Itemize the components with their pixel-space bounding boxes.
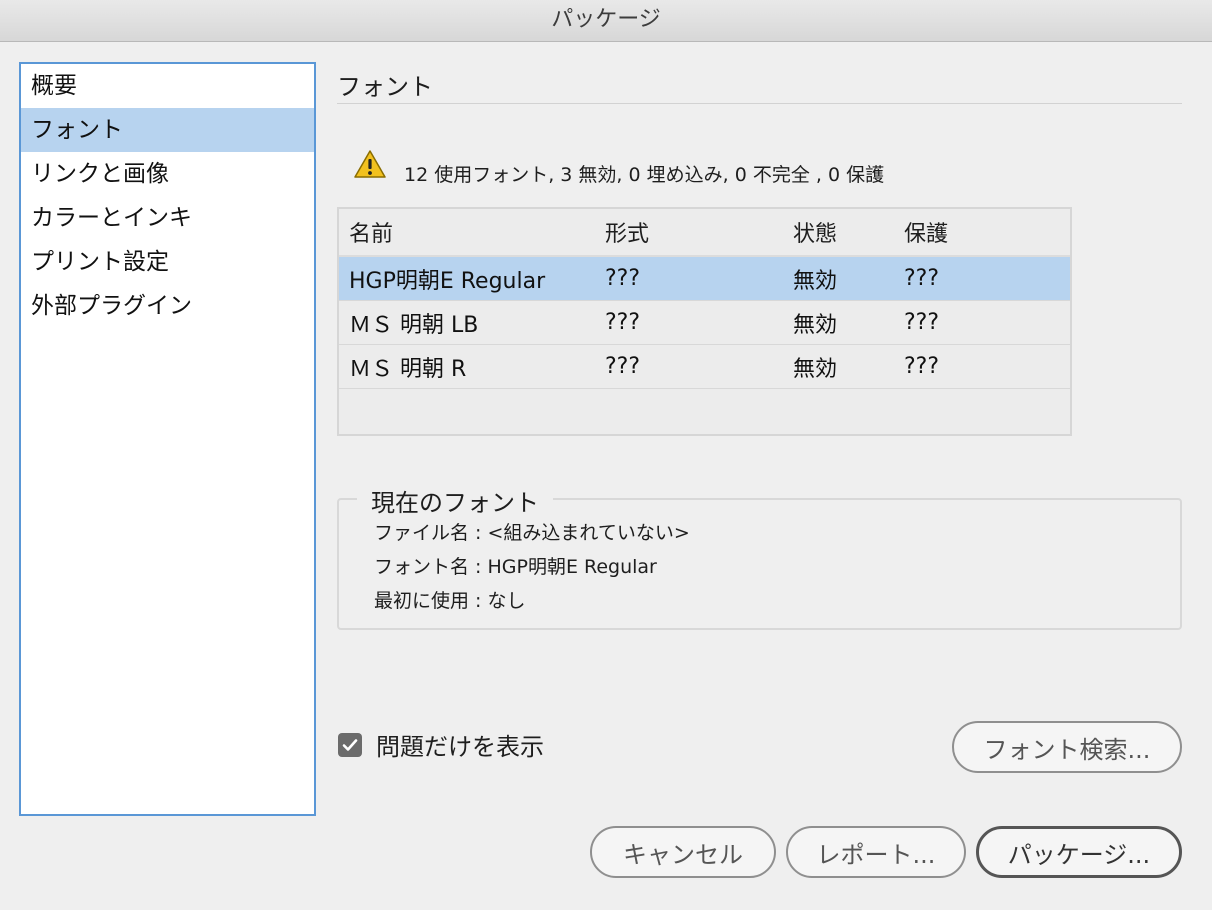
first-used-line: 最初に使用 : なし [374, 590, 526, 612]
cell-protect: ??? [904, 310, 940, 335]
cell-status: 無効 [793, 356, 838, 382]
cell-protect: ??? [904, 266, 940, 291]
current-font-legend: 現在のフォント [357, 483, 553, 518]
sidebar-item-label: 概要 [31, 73, 77, 99]
section-divider [337, 103, 1182, 104]
package-dialog: 概要 フォント リンクと画像 カラーとインキ プリント設定 外部プラグイン フォ… [0, 42, 1212, 910]
sidebar-item-links-images[interactable]: リンクと画像 [21, 152, 314, 196]
sidebar-item-colors-inks[interactable]: カラーとインキ [21, 196, 314, 240]
cell-status: 無効 [793, 268, 838, 294]
sidebar-item-label: 外部プラグイン [31, 293, 192, 319]
file-name-line: ファイル名 : <組み込まれていない> [374, 522, 690, 544]
font-summary: 12 使用フォント, 3 無効, 0 埋め込み, 0 不完全 , 0 保護 [354, 146, 884, 186]
cell-status: 無効 [793, 312, 838, 338]
cell-name: ＭＳ 明朝 LB [349, 312, 479, 338]
sidebar: 概要 フォント リンクと画像 カラーとインキ プリント設定 外部プラグイン [19, 62, 316, 816]
find-font-button[interactable]: フォント検索... [952, 721, 1182, 773]
sidebar-item-summary[interactable]: 概要 [21, 64, 314, 108]
cell-format: ??? [605, 266, 641, 291]
sidebar-item-label: リンクと画像 [31, 161, 169, 187]
column-header-status[interactable]: 状態 [789, 216, 900, 248]
column-header-format[interactable]: 形式 [595, 216, 789, 248]
warning-icon [354, 150, 386, 178]
show-problems-only-checkbox[interactable]: 問題だけを表示 [338, 727, 544, 762]
table-header: 名前 形式 状態 保護 [339, 209, 1070, 257]
section-title: フォント [337, 73, 433, 101]
sidebar-item-label: フォント [31, 117, 123, 143]
table-row[interactable]: ＭＳ 明朝 LB ??? 無効 ??? [339, 301, 1070, 345]
window-title: パッケージ [551, 7, 661, 32]
sidebar-item-label: カラーとインキ [31, 205, 192, 231]
cancel-button[interactable]: キャンセル [590, 826, 776, 878]
sidebar-item-print-settings[interactable]: プリント設定 [21, 240, 314, 284]
cell-name: ＭＳ 明朝 R [349, 356, 467, 382]
cell-protect: ??? [904, 354, 940, 379]
sidebar-item-label: プリント設定 [31, 249, 169, 275]
table-row[interactable]: HGP明朝E Regular ??? 無効 ??? [339, 257, 1070, 301]
font-table: 名前 形式 状態 保護 HGP明朝E Regular ??? 無効 ??? ＭＳ… [337, 207, 1072, 436]
checkbox-checked-icon[interactable] [338, 732, 362, 757]
checkbox-label: 問題だけを表示 [376, 733, 544, 761]
column-header-name[interactable]: 名前 [339, 216, 595, 248]
title-bar: パッケージ [0, 0, 1212, 42]
table-row[interactable]: ＭＳ 明朝 R ??? 無効 ??? [339, 345, 1070, 389]
sidebar-item-external-plugins[interactable]: 外部プラグイン [21, 284, 314, 328]
column-header-protect[interactable]: 保護 [900, 216, 948, 248]
cell-format: ??? [605, 354, 641, 379]
cell-name: HGP明朝E Regular [349, 268, 546, 294]
report-button[interactable]: レポート... [786, 826, 966, 878]
font-name-line: フォント名 : HGP明朝E Regular [374, 556, 657, 578]
package-button[interactable]: パッケージ... [976, 826, 1182, 878]
cell-format: ??? [605, 310, 641, 335]
summary-text: 12 使用フォント, 3 無効, 0 埋め込み, 0 不完全 , 0 保護 [404, 163, 885, 186]
sidebar-item-fonts[interactable]: フォント [21, 108, 314, 152]
